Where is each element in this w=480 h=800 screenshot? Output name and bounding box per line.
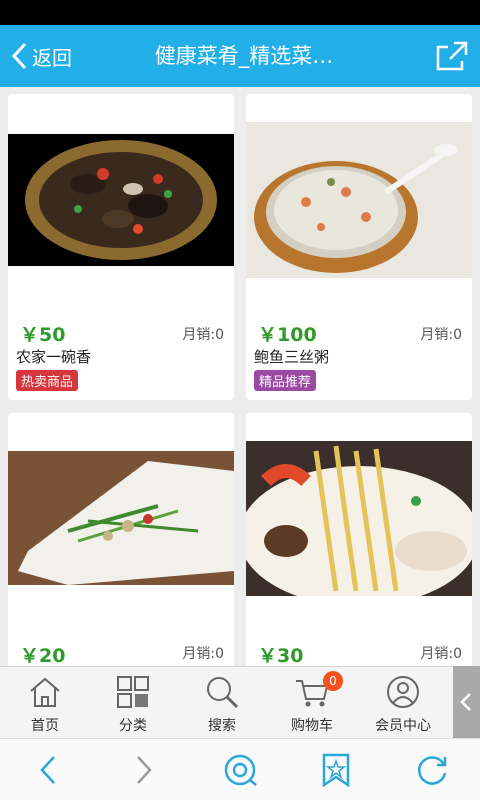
collapse-side-button[interactable] <box>453 666 480 738</box>
page-title: 健康菜肴_精选菜… <box>154 44 334 68</box>
home-icon <box>30 677 60 707</box>
monthly-sales: 月销:0 <box>420 646 462 662</box>
product-image <box>8 451 234 585</box>
product-name: 农家一碗香 <box>16 348 92 366</box>
search-icon <box>207 677 239 709</box>
tab-member[interactable]: 会员中心 <box>358 667 448 739</box>
product-image <box>246 122 472 278</box>
tab-cart[interactable]: 0 购物车 <box>267 667 357 739</box>
product-image <box>246 441 472 596</box>
tab-home[interactable]: 首页 <box>0 667 90 739</box>
product-price: ￥20 <box>20 645 66 666</box>
cart-count-badge: 0 <box>323 671 343 691</box>
tab-label: 购物车 <box>291 718 333 734</box>
share-icon[interactable] <box>434 39 470 73</box>
browser-back-icon[interactable] <box>30 753 66 787</box>
chat-icon[interactable] <box>222 753 258 787</box>
refresh-icon[interactable] <box>414 753 450 787</box>
top-bar: 返回 健康菜肴_精选菜… <box>0 25 480 87</box>
back-button[interactable]: 返回 <box>10 41 72 71</box>
product-image <box>8 134 234 266</box>
product-card[interactable]: ￥100 月销:0 鲍鱼三丝粥 精品推荐 <box>246 94 472 400</box>
monthly-sales: 月销:0 <box>420 327 462 343</box>
product-card[interactable]: ￥50 月销:0 农家一碗香 热卖商品 <box>8 94 234 400</box>
chevron-left-icon <box>460 693 471 711</box>
product-price: ￥30 <box>258 645 304 666</box>
monthly-sales: 月销:0 <box>182 646 224 662</box>
product-badge: 精品推荐 <box>254 370 317 391</box>
product-name: 鲍鱼三丝粥 <box>254 348 330 366</box>
product-price: ￥50 <box>20 324 66 346</box>
chevron-left-icon <box>11 42 27 70</box>
tab-label: 首页 <box>31 718 59 734</box>
back-label: 返回 <box>32 45 72 70</box>
tab-label: 搜索 <box>208 718 236 734</box>
monthly-sales: 月销:0 <box>182 327 224 343</box>
bottom-tab-bar: 首页 分类 搜索 0 购物车 会员中心 <box>0 666 480 738</box>
tab-search[interactable]: 搜索 <box>177 667 267 739</box>
bookmark-star-icon[interactable] <box>318 753 354 787</box>
category-grid-icon <box>117 676 149 708</box>
user-icon <box>387 676 419 708</box>
product-badge: 热卖商品 <box>16 370 79 391</box>
tab-category[interactable]: 分类 <box>88 667 178 739</box>
product-grid: ￥50 月销:0 农家一碗香 热卖商品 ￥100 月销:0 鲍鱼三丝粥 精品推荐 <box>0 87 480 666</box>
product-card[interactable]: ￥20 月销:0 <box>8 413 234 666</box>
status-bar <box>0 0 480 25</box>
tab-label: 分类 <box>119 718 147 734</box>
product-card[interactable]: ￥30 月销:0 <box>246 413 472 666</box>
tab-label: 会员中心 <box>375 718 431 734</box>
browser-forward-icon[interactable] <box>126 753 162 787</box>
product-price: ￥100 <box>258 324 317 346</box>
browser-toolbar <box>0 738 480 800</box>
